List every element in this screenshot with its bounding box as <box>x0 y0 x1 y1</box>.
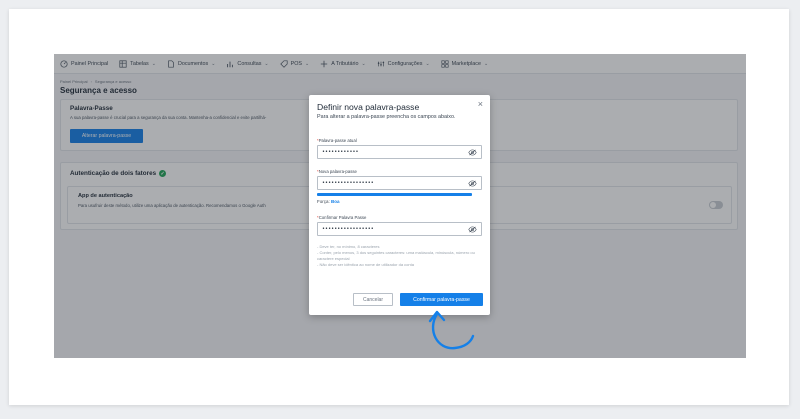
strength-value: Boa <box>331 199 340 204</box>
modal-title: Definir nova palavra-passe <box>317 102 420 112</box>
new-password-label: *Nova palavra-passe <box>317 169 357 174</box>
password-rule: - Conter, pelo menos, 3 dos seguintes ca… <box>317 250 475 261</box>
eye-off-icon[interactable] <box>468 180 477 187</box>
new-password-value: ••••••••••••••••• <box>322 180 374 186</box>
current-password-label: *Palavra-passe atual <box>317 138 357 143</box>
close-icon[interactable]: × <box>478 100 483 109</box>
modal-description: Para alterar a palavra-passe preencha os… <box>317 114 456 120</box>
eye-off-icon[interactable] <box>468 226 477 233</box>
password-strength-bar <box>317 193 473 196</box>
cancel-button[interactable]: Cancelar <box>353 293 393 306</box>
confirm-password-label-text: Confirmar Palavra Passe <box>318 215 367 220</box>
current-password-value: •••••••••••• <box>322 149 359 155</box>
strength-label: Força: <box>317 199 330 204</box>
curved-arrow-icon <box>428 310 475 350</box>
confirm-password-field[interactable]: ••••••••••••••••• <box>317 222 482 236</box>
confirm-password-label: *Confirmar Palavra Passe <box>317 215 367 220</box>
current-password-label-text: Palavra-passe atual <box>318 138 357 143</box>
new-password-label-text: Nova palavra-passe <box>318 169 357 174</box>
password-strength: Força: Boa <box>317 199 340 204</box>
password-rule: - Não deve ser idêntica ao nome de utili… <box>317 262 414 267</box>
new-password-field[interactable]: ••••••••••••••••• <box>317 176 482 190</box>
confirm-password-value: ••••••••••••••••• <box>322 226 374 232</box>
set-password-modal: Definir nova palavra-passe × Para altera… <box>309 95 490 315</box>
eye-off-icon[interactable] <box>468 149 477 156</box>
confirm-password-button[interactable]: Confirmar palavra-passe <box>400 293 483 306</box>
password-rules: - Deve ter, no mínimo, 8 caracteres - Co… <box>317 244 482 268</box>
current-password-field[interactable]: •••••••••••• <box>317 145 482 159</box>
